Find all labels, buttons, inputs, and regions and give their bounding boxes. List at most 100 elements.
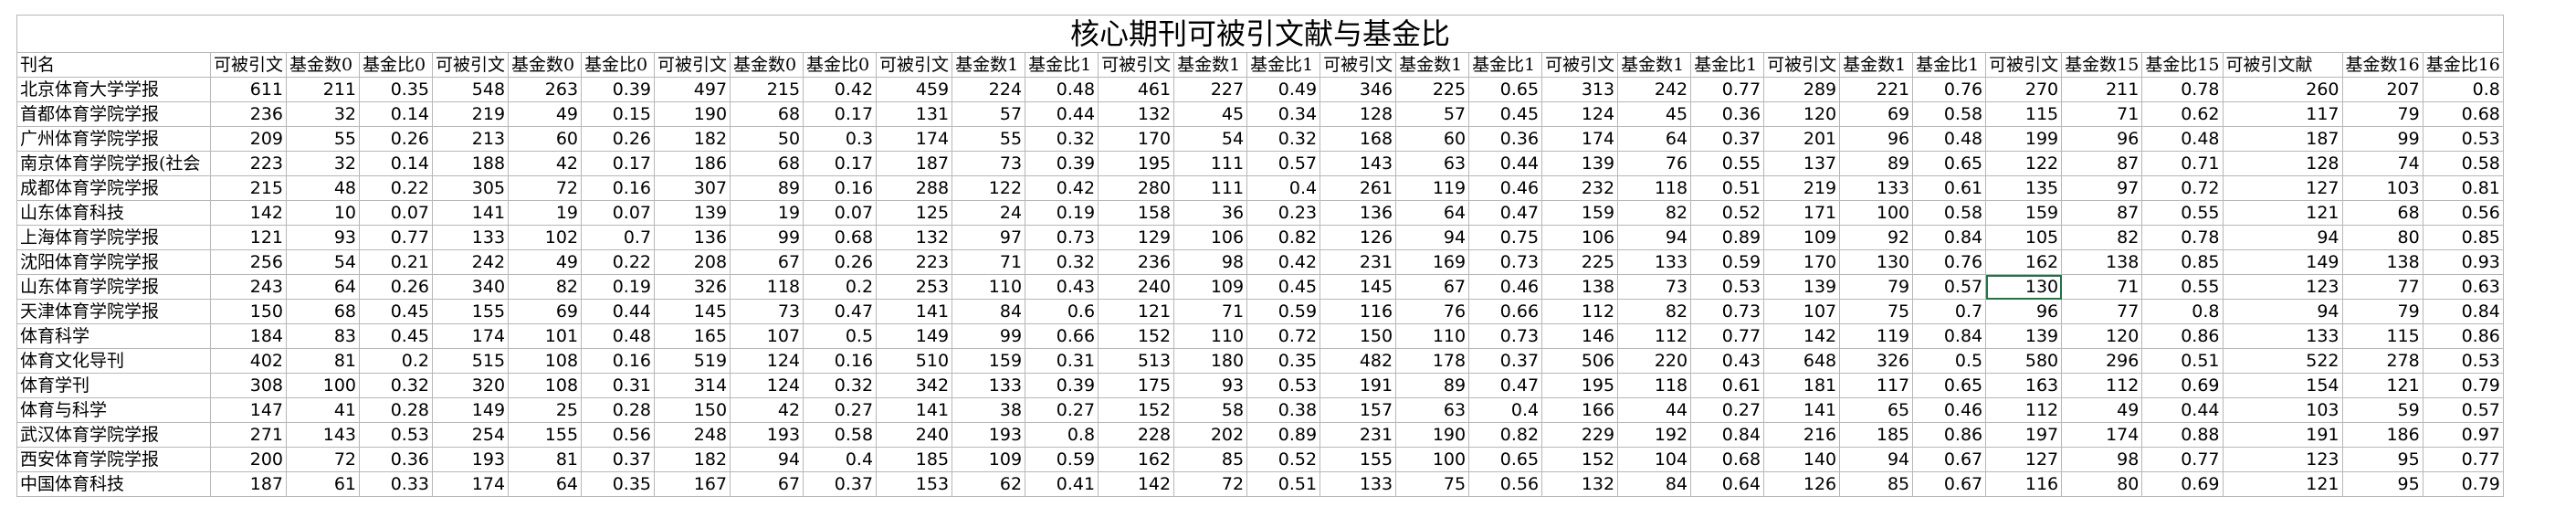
value-cell[interactable]: 108 bbox=[508, 373, 583, 398]
value-cell[interactable]: 178 bbox=[1395, 348, 1470, 374]
value-cell[interactable]: 85 bbox=[1839, 471, 1914, 497]
value-cell[interactable]: 0.66 bbox=[1025, 323, 1099, 349]
value-cell[interactable]: 87 bbox=[2061, 151, 2143, 176]
value-cell[interactable]: 0.17 bbox=[581, 151, 656, 176]
value-cell[interactable]: 256 bbox=[209, 249, 288, 275]
value-cell[interactable]: 0.47 bbox=[1468, 200, 1543, 226]
value-cell[interactable]: 94 bbox=[1395, 225, 1470, 250]
value-cell[interactable]: 296 bbox=[2061, 348, 2143, 374]
value-cell[interactable]: 68 bbox=[730, 101, 804, 127]
journal-name-cell[interactable]: 山东体育学院学报 bbox=[16, 274, 211, 300]
value-cell[interactable]: 187 bbox=[209, 471, 288, 497]
value-cell[interactable]: 170 bbox=[1098, 126, 1175, 152]
value-cell[interactable]: 263 bbox=[508, 77, 583, 102]
value-cell[interactable]: 0.52 bbox=[1246, 447, 1321, 472]
value-cell[interactable]: 0.39 bbox=[581, 77, 656, 102]
value-cell[interactable]: 106 bbox=[1173, 225, 1248, 250]
value-cell[interactable]: 120 bbox=[1763, 101, 1841, 127]
value-cell[interactable]: 93 bbox=[1173, 373, 1248, 398]
column-header[interactable]: 基金比1 bbox=[1025, 52, 1099, 78]
value-cell[interactable]: 0.37 bbox=[581, 447, 656, 472]
value-cell[interactable]: 0.65 bbox=[1912, 373, 1987, 398]
value-cell[interactable]: 0.7 bbox=[581, 225, 656, 250]
value-cell[interactable]: 99 bbox=[2341, 126, 2424, 152]
value-cell[interactable]: 109 bbox=[952, 447, 1026, 472]
value-cell[interactable]: 105 bbox=[1985, 225, 2063, 250]
value-cell[interactable]: 108 bbox=[508, 348, 583, 374]
value-cell[interactable]: 0.37 bbox=[803, 471, 878, 497]
value-cell[interactable]: 0.14 bbox=[359, 101, 434, 127]
value-cell[interactable]: 58 bbox=[1173, 397, 1248, 423]
value-cell[interactable]: 254 bbox=[432, 422, 510, 448]
value-cell[interactable]: 225 bbox=[1541, 249, 1619, 275]
value-cell[interactable]: 0.56 bbox=[581, 422, 656, 448]
value-cell[interactable]: 187 bbox=[2222, 126, 2343, 152]
value-cell[interactable]: 0.55 bbox=[1690, 151, 1765, 176]
value-cell[interactable]: 190 bbox=[654, 101, 731, 127]
value-cell[interactable]: 100 bbox=[286, 373, 361, 398]
value-cell[interactable]: 200 bbox=[209, 447, 288, 472]
value-cell[interactable]: 260 bbox=[2222, 77, 2343, 102]
value-cell[interactable]: 98 bbox=[2061, 447, 2143, 472]
value-cell[interactable]: 76 bbox=[1617, 151, 1692, 176]
value-cell[interactable]: 0.51 bbox=[1690, 175, 1765, 201]
value-cell[interactable]: 0.72 bbox=[1246, 323, 1321, 349]
value-cell[interactable]: 236 bbox=[209, 101, 288, 127]
value-cell[interactable]: 139 bbox=[654, 200, 731, 226]
value-cell[interactable]: 60 bbox=[1395, 126, 1470, 152]
value-cell[interactable]: 184 bbox=[209, 323, 288, 349]
value-cell[interactable]: 104 bbox=[1617, 447, 1692, 472]
value-cell[interactable]: 187 bbox=[876, 151, 953, 176]
value-cell[interactable]: 180 bbox=[1173, 348, 1248, 374]
value-cell[interactable]: 0.42 bbox=[803, 77, 878, 102]
value-cell[interactable]: 94 bbox=[1617, 225, 1692, 250]
journal-name-cell[interactable]: 首都体育学院学报 bbox=[16, 101, 211, 127]
value-cell[interactable]: 132 bbox=[876, 225, 953, 250]
value-cell[interactable]: 59 bbox=[2341, 397, 2424, 423]
value-cell[interactable]: 182 bbox=[654, 447, 731, 472]
value-cell[interactable]: 0.73 bbox=[1468, 249, 1543, 275]
value-cell[interactable]: 73 bbox=[730, 299, 804, 324]
value-cell[interactable]: 0.58 bbox=[1912, 101, 1987, 127]
value-cell[interactable]: 215 bbox=[209, 175, 288, 201]
value-cell[interactable]: 340 bbox=[432, 274, 510, 300]
value-cell[interactable]: 147 bbox=[209, 397, 288, 423]
value-cell[interactable]: 152 bbox=[1098, 397, 1175, 423]
value-cell[interactable]: 145 bbox=[654, 299, 731, 324]
value-cell[interactable]: 0.39 bbox=[1025, 373, 1099, 398]
value-cell[interactable]: 150 bbox=[209, 299, 288, 324]
value-cell[interactable]: 0.6 bbox=[1025, 299, 1099, 324]
value-cell[interactable]: 0.32 bbox=[359, 373, 434, 398]
value-cell[interactable]: 174 bbox=[432, 471, 510, 497]
value-cell[interactable]: 139 bbox=[1541, 151, 1619, 176]
value-cell[interactable]: 84 bbox=[1617, 471, 1692, 497]
value-cell[interactable]: 107 bbox=[730, 323, 804, 349]
value-cell[interactable]: 461 bbox=[1098, 77, 1175, 102]
value-cell[interactable]: 0.34 bbox=[1246, 101, 1321, 127]
column-header[interactable]: 基金比1 bbox=[1468, 52, 1543, 78]
value-cell[interactable]: 513 bbox=[1098, 348, 1175, 374]
column-header[interactable]: 基金比16 bbox=[2422, 52, 2504, 78]
value-cell[interactable]: 216 bbox=[1763, 422, 1841, 448]
value-cell[interactable]: 208 bbox=[654, 249, 731, 275]
value-cell[interactable]: 0.55 bbox=[2141, 200, 2224, 226]
value-cell[interactable]: 126 bbox=[1763, 471, 1841, 497]
value-cell[interactable]: 49 bbox=[2061, 397, 2143, 423]
value-cell[interactable]: 0.67 bbox=[1912, 447, 1987, 472]
value-cell[interactable]: 146 bbox=[1541, 323, 1619, 349]
value-cell[interactable]: 112 bbox=[1541, 299, 1619, 324]
value-cell[interactable]: 149 bbox=[432, 397, 510, 423]
value-cell[interactable]: 121 bbox=[2341, 373, 2424, 398]
column-header[interactable]: 基金数15 bbox=[2061, 52, 2143, 78]
value-cell[interactable]: 77 bbox=[2341, 274, 2424, 300]
value-cell[interactable]: 127 bbox=[2222, 175, 2343, 201]
value-cell[interactable]: 305 bbox=[432, 175, 510, 201]
column-header[interactable]: 可被引文 bbox=[876, 52, 953, 78]
value-cell[interactable]: 142 bbox=[1763, 323, 1841, 349]
value-cell[interactable]: 0.71 bbox=[2141, 151, 2224, 176]
value-cell[interactable]: 0.43 bbox=[1025, 274, 1099, 300]
value-cell[interactable]: 0.69 bbox=[2141, 471, 2224, 497]
value-cell[interactable]: 0.4 bbox=[1468, 397, 1543, 423]
value-cell[interactable]: 0.22 bbox=[359, 175, 434, 201]
value-cell[interactable]: 0.49 bbox=[1246, 77, 1321, 102]
